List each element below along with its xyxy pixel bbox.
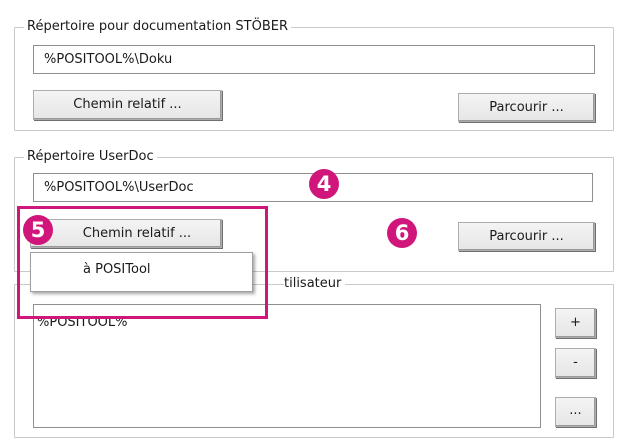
settings-dialog: Répertoire pour documentation STÖBER %PO… [0, 0, 624, 444]
doc-directory-group-title: Répertoire pour documentation STÖBER [24, 19, 291, 35]
userdoc-relative-path-button-label: Chemin relatif ... [82, 226, 192, 241]
user-directories-group-title: tilisateur [284, 276, 346, 292]
callout-badge-5: 5 [23, 215, 53, 245]
userdoc-relative-path-button[interactable]: Chemin relatif ... [30, 219, 222, 248]
add-directory-button[interactable]: + [555, 308, 596, 338]
callout-badge-4: 4 [309, 169, 339, 199]
doc-relative-path-button-label: Chemin relatif ... [73, 97, 182, 112]
userdoc-browse-button[interactable]: Parcourir ... [458, 222, 595, 251]
list-item[interactable]: %POSITOOL% [37, 315, 128, 330]
doc-browse-button-label: Parcourir ... [489, 100, 564, 115]
popup-item-positool[interactable]: à POSITool [83, 262, 151, 277]
remove-directory-button[interactable]: - [555, 348, 596, 378]
remove-directory-button-label: - [573, 355, 578, 370]
more-options-button-label: ... [569, 403, 582, 418]
doc-browse-button[interactable]: Parcourir ... [458, 93, 595, 122]
userdoc-browse-button-label: Parcourir ... [489, 229, 564, 244]
add-directory-button-label: + [570, 315, 581, 330]
userdoc-directory-group-title: Répertoire UserDoc [24, 149, 157, 165]
doc-relative-path-button[interactable]: Chemin relatif ... [33, 90, 222, 120]
more-options-button[interactable]: ... [555, 397, 596, 427]
callout-badge-6: 6 [387, 218, 417, 248]
doc-directory-path-input[interactable]: %POSITOOL%\Doku [33, 45, 595, 74]
